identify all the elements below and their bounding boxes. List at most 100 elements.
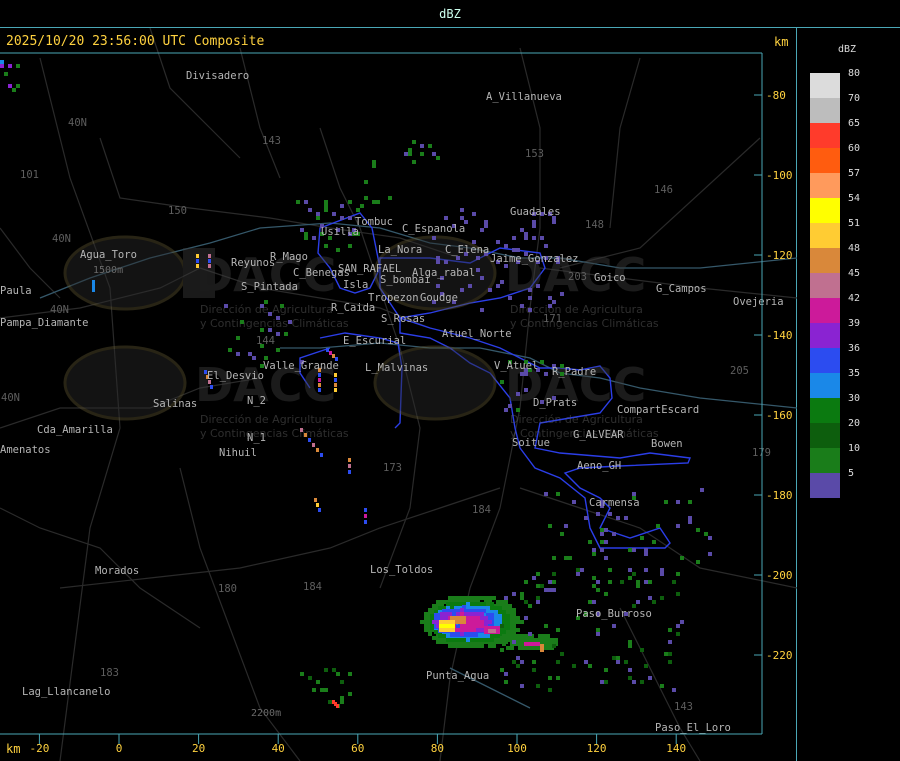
- radar-echo-pixel: [556, 660, 560, 664]
- radar-echo-pixel: [520, 228, 524, 232]
- place-label: La_Nora: [378, 244, 422, 256]
- y-axis-tick-label: -140: [766, 329, 793, 342]
- radar-echo-pixel: [364, 520, 367, 524]
- radar-echo-pixel: [476, 268, 480, 272]
- radar-echo-pixel: [672, 688, 676, 692]
- radar-echo-pixel: [554, 638, 558, 642]
- radar-echo-pixel: [488, 288, 492, 292]
- radar-echo-pixel: [490, 638, 494, 642]
- radar-echo-pixel: [464, 644, 468, 648]
- window-title: dBZ: [439, 7, 461, 21]
- place-label: S_bombai: [380, 274, 431, 286]
- radar-echo-pixel: [460, 632, 464, 636]
- radar-echo-pixel: [248, 352, 252, 356]
- place-label: Amenatos: [0, 444, 51, 456]
- radar-echo-pixel: [408, 148, 412, 152]
- radar-echo-pixel: [466, 638, 470, 642]
- radar-echo-pixel: [520, 660, 524, 664]
- legend-label: 10: [848, 443, 861, 454]
- radar-echo-pixel: [468, 596, 472, 600]
- radar-echo-pixel: [443, 628, 447, 632]
- place-label: G_Campos: [656, 283, 707, 295]
- radar-echo-pixel: [550, 638, 554, 642]
- radar-echo-pixel: [498, 610, 502, 614]
- radar-echo-pixel: [494, 622, 498, 626]
- radar-echo-pixel: [548, 588, 552, 592]
- route-number-label: 40N: [50, 304, 69, 316]
- radar-echo-pixel: [420, 144, 424, 148]
- radar-echo-pixel: [480, 644, 484, 648]
- radar-echo-pixel: [482, 602, 486, 606]
- radar-echo-pixel: [556, 628, 560, 632]
- radar-echo-pixel: [478, 602, 482, 606]
- legend-swatch: [810, 448, 840, 473]
- place-label: Lag_Llancanelo: [22, 686, 111, 698]
- radar-echo-pixel: [648, 676, 652, 680]
- radar-echo-pixel: [484, 630, 488, 634]
- elevation-label: 2200m: [251, 708, 281, 719]
- legend-label: 57: [848, 168, 861, 179]
- radar-echo-pixel: [452, 596, 456, 600]
- radar-echo-pixel: [612, 624, 616, 628]
- place-label: CompartEscard: [617, 404, 699, 416]
- radar-echo-pixel: [656, 524, 660, 528]
- place-label: Divisadero: [186, 70, 249, 82]
- radar-echo-pixel: [510, 634, 514, 638]
- place-label: Pampa_Diamante: [0, 317, 89, 329]
- radar-echo-pixel: [454, 638, 458, 642]
- radar-echo-pixel: [276, 316, 280, 320]
- radar-echo-pixel: [536, 584, 540, 588]
- radar-echo-pixel: [644, 568, 648, 572]
- radar-echo-pixel: [540, 360, 544, 364]
- radar-echo-pixel: [451, 624, 455, 628]
- place-label: Isla: [343, 279, 368, 291]
- radar-echo-pixel: [522, 646, 526, 650]
- radar-echo-pixel: [548, 524, 552, 528]
- radar-echo-pixel: [460, 596, 464, 600]
- radar-echo-pixel: [540, 648, 544, 652]
- radar-echo-pixel: [632, 680, 636, 684]
- radar-echo-pixel: [447, 620, 451, 624]
- radar-echo-pixel: [708, 536, 712, 540]
- radar-echo-pixel: [552, 644, 556, 648]
- y-axis-tick-label: -220: [766, 649, 793, 662]
- radar-echo-pixel: [260, 328, 264, 332]
- radar-echo-pixel: [468, 628, 472, 632]
- radar-echo-pixel: [596, 588, 600, 592]
- radar-echo-pixel: [300, 228, 304, 232]
- radar-echo-pixel: [604, 680, 608, 684]
- route-number-label: 143: [262, 135, 281, 147]
- radar-echo-pixel: [436, 284, 440, 288]
- legend-label: 45: [848, 268, 861, 279]
- radar-echo-pixel: [538, 638, 542, 642]
- radar-echo-pixel: [580, 568, 584, 572]
- radar-echo-pixel: [440, 600, 444, 604]
- radar-echo-pixel: [488, 620, 492, 624]
- radar-echo-pixel: [480, 624, 484, 628]
- radar-echo-pixel: [504, 596, 508, 600]
- radar-echo-pixel: [660, 572, 664, 576]
- place-label: Goico: [594, 272, 626, 284]
- radar-echo-pixel: [688, 500, 692, 504]
- radar-map[interactable]: DACC Dirección de Agricultura y Continge…: [0, 28, 797, 761]
- radar-map-frame[interactable]: DACC Dirección de Agricultura y Continge…: [0, 28, 797, 761]
- radar-echo-pixel: [468, 624, 472, 628]
- legend-swatch: [810, 123, 840, 148]
- radar-echo-pixel: [534, 638, 538, 642]
- radar-echo-pixel: [612, 656, 616, 660]
- radar-echo-pixel: [486, 634, 490, 638]
- radar-echo-pixel: [708, 552, 712, 556]
- radar-echo-pixel: [502, 642, 506, 646]
- radar-echo-pixel: [488, 596, 492, 600]
- radar-echo-pixel: [486, 606, 490, 610]
- radar-echo-pixel: [456, 644, 460, 648]
- radar-echo-pixel: [464, 612, 468, 616]
- radar-echo-pixel: [316, 503, 319, 507]
- radar-echo-pixel: [308, 208, 312, 212]
- radar-echo-pixel: [516, 248, 520, 252]
- radar-echo-pixel: [584, 660, 588, 664]
- radar-echo-pixel: [490, 602, 494, 606]
- radar-echo-pixel: [494, 634, 498, 638]
- watermark-subtitle-2: y Contingencias Climáticas: [510, 317, 659, 330]
- radar-echo-pixel: [640, 648, 644, 652]
